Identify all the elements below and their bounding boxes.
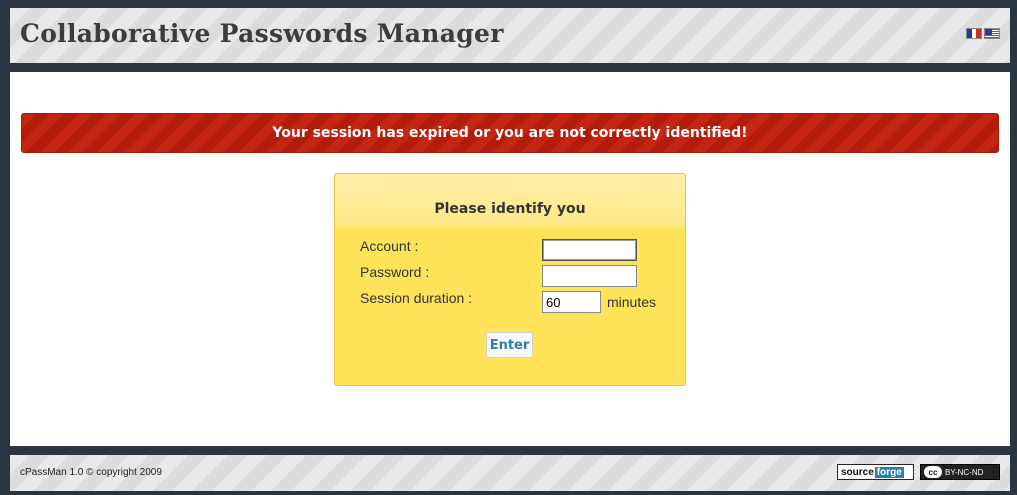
flag-fr-icon[interactable] <box>966 28 982 39</box>
login-title: Please identify you <box>434 201 586 217</box>
app-title: Collaborative Passwords Manager <box>20 19 504 48</box>
cc-license-text: BY-NC-ND <box>945 467 984 477</box>
login-box: Please identify you Account : Password :… <box>334 173 686 386</box>
sourceforge-text-b: forge <box>874 466 904 478</box>
account-input[interactable] <box>542 239 637 261</box>
sourceforge-badge[interactable]: source forge <box>837 464 914 480</box>
cc-icon: cc <box>924 466 942 478</box>
enter-button[interactable]: Enter <box>486 332 533 358</box>
password-label: Password : <box>360 264 430 280</box>
creative-commons-badge[interactable]: cc BY-NC-ND <box>920 464 1000 480</box>
session-duration-input[interactable] <box>542 291 601 313</box>
session-expired-alert: Your session has expired or you are not … <box>21 113 999 153</box>
sourceforge-text-a: source <box>841 466 874 478</box>
language-switcher <box>966 28 1000 39</box>
flag-us-icon[interactable] <box>984 28 1000 39</box>
header-bar: Collaborative Passwords Manager <box>10 8 1010 63</box>
password-input[interactable] <box>542 265 637 287</box>
footer-bar: cPassMan 1.0 © copyright 2009 source forg… <box>10 455 1010 491</box>
copyright-text: cPassMan 1.0 © copyright 2009 <box>20 467 162 478</box>
account-label: Account : <box>360 238 419 254</box>
main-content: Your session has expired or you are not … <box>10 72 1010 446</box>
session-duration-label: Session duration : <box>360 290 473 306</box>
session-unit-label: minutes <box>607 294 657 310</box>
